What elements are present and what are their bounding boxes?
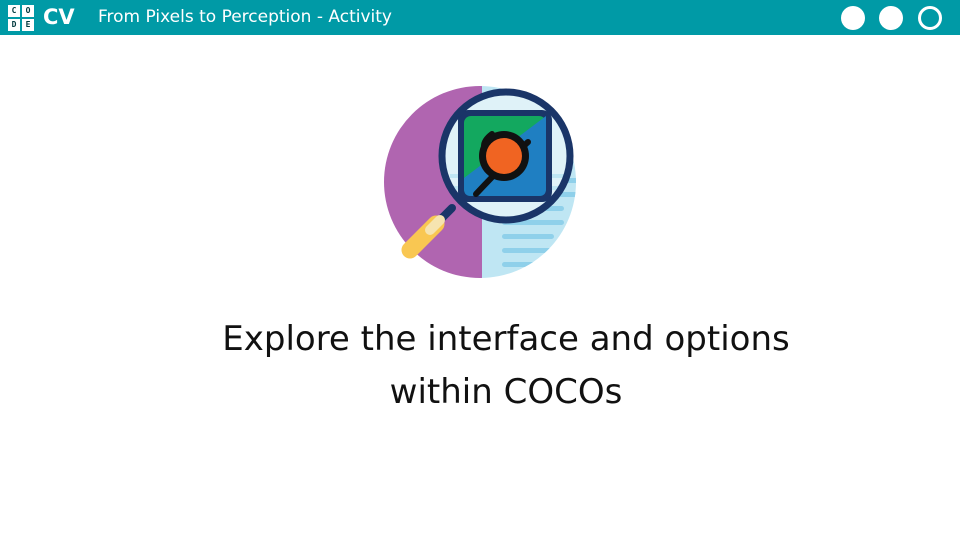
header-bar: C O D E CV From Pixels to Perception - A… <box>0 0 960 35</box>
magnifier-inspecting-image-icon <box>384 86 576 278</box>
nav-dot-2[interactable] <box>879 6 903 30</box>
nav-dot-1[interactable] <box>841 6 865 30</box>
code-logo: C O D E <box>8 5 34 31</box>
logo-letter: E <box>22 19 34 31</box>
brand-label: CV <box>43 5 75 29</box>
logo-letter: D <box>8 19 20 31</box>
nav-dot-3[interactable] <box>918 6 942 30</box>
page-title: From Pixels to Perception - Activity <box>98 7 392 27</box>
logo-letter: O <box>22 5 34 17</box>
instruction-line-2: within COCOs <box>389 372 623 412</box>
activity-instruction: Explore the interface and options within… <box>130 313 882 419</box>
logo-letter: C <box>8 5 20 17</box>
instruction-line-1: Explore the interface and options <box>222 319 790 359</box>
image-thumbnail-icon <box>458 110 552 202</box>
